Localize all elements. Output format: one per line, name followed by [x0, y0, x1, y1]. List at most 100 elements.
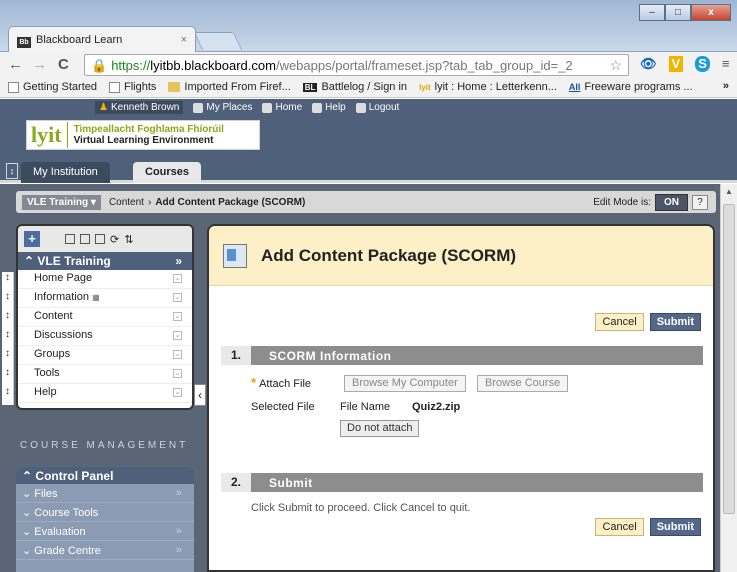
extension-eye-icon[interactable]: 👁 [640, 56, 657, 72]
drag-handle-icon[interactable]: ↕ [2, 329, 14, 348]
maximize-icon[interactable]: □ [665, 4, 691, 21]
chevron-right-icon[interactable]: » [175, 254, 182, 268]
browse-course-button[interactable]: Browse Course [477, 375, 569, 392]
user-menu[interactable]: ♟ Kenneth Brown [95, 101, 184, 114]
menu-icon[interactable]: ≡ [722, 56, 730, 72]
options-icon[interactable]: ⌄ [173, 350, 182, 359]
course-menu-groups[interactable]: Groups ⌄ [18, 346, 192, 365]
drag-handle-icon[interactable]: ↕ [2, 310, 14, 329]
tab-my-institution[interactable]: My Institution [21, 162, 110, 183]
window-view-icon[interactable] [95, 234, 105, 244]
skype-icon[interactable]: S [695, 56, 710, 72]
logo-line1: Timpeallacht Foghlama Fhíorúil [73, 124, 224, 135]
back-arrow-icon[interactable]: ← [8, 56, 23, 73]
home-link[interactable]: Home [262, 101, 302, 114]
help-icon [312, 102, 323, 113]
cp-files[interactable]: ⌄ Files» [16, 484, 194, 503]
close-tab-icon[interactable]: × [181, 34, 187, 46]
list-view-icon[interactable] [65, 234, 75, 244]
breadcrumb: VLE Training ▾ Content › Add Content Pac… [16, 191, 716, 213]
do-not-attach-button[interactable]: Do not attach [340, 420, 420, 437]
course-menu-discussions[interactable]: Discussions ⌄ [18, 327, 192, 346]
page-scrollbar[interactable]: ▲ [720, 184, 737, 572]
extension-v-icon[interactable]: V [668, 56, 684, 72]
bookmark-imported[interactable]: Imported From Firef... [168, 80, 291, 94]
browser-toolbar: ← → C 🔒 https://lyitbb.blackboard.com/web… [0, 52, 737, 77]
tab-courses[interactable]: Courses [133, 162, 202, 183]
drag-handle-icon[interactable]: ↕ [2, 386, 14, 405]
options-icon[interactable]: ⌄ [173, 369, 182, 378]
scroll-thumb[interactable] [723, 204, 735, 514]
browser-tab[interactable]: Bb Blackboard Learn × [8, 26, 196, 52]
minimize-icon[interactable]: – [639, 4, 665, 21]
options-icon[interactable]: ⌄ [173, 312, 182, 321]
breadcrumb-content[interactable]: Content [109, 197, 144, 208]
options-icon[interactable]: ⌄ [173, 293, 182, 302]
course-menu-content[interactable]: Content ⌄ [18, 308, 192, 327]
drag-handle-icon[interactable]: ↕ [2, 272, 14, 291]
chevron-down-icon: ▾ [90, 196, 96, 208]
logout-link[interactable]: Logout [355, 101, 399, 114]
my-places-link[interactable]: My Places [193, 101, 252, 114]
add-menu-item-icon[interactable]: + [24, 231, 40, 247]
help-link[interactable]: Help [312, 101, 346, 114]
course-menu-tools[interactable]: Tools ⌄ [18, 365, 192, 384]
course-menu-help[interactable]: Help ⌄ [18, 384, 192, 403]
lyit-logo: lyit Timpeallacht Foghlama Fhíorúil Virt… [26, 120, 260, 150]
collapse-header-icon[interactable]: ↕ [6, 163, 18, 179]
drag-handle-icon[interactable]: ↕ [2, 348, 14, 367]
bookmark-getting-started[interactable]: Getting Started [8, 80, 97, 94]
cancel-button[interactable]: Cancel [595, 313, 644, 331]
expand-icon: ⌄ [22, 488, 32, 500]
chevron-right-icon: » [175, 525, 182, 537]
course-menu-information[interactable]: Information ▦ ⌄ [18, 289, 192, 308]
breadcrumb-course[interactable]: VLE Training ▾ [22, 194, 101, 210]
browse-my-computer-button[interactable]: Browse My Computer [344, 375, 466, 392]
forward-arrow-icon[interactable]: → [32, 56, 47, 73]
options-icon[interactable]: ⌄ [173, 331, 182, 340]
drag-handle-icon[interactable]: ↕ [2, 291, 14, 310]
bottom-button-row: Cancel Submit [595, 518, 701, 536]
new-tab-button[interactable] [193, 32, 243, 50]
options-icon[interactable]: ⌄ [173, 274, 182, 283]
scroll-up-icon[interactable]: ▲ [725, 187, 733, 196]
collapse-menu-icon[interactable]: ‹ [194, 384, 206, 406]
folder-view-icon[interactable] [80, 234, 90, 244]
bookmark-battlelog[interactable]: BL Battlelog / Sign in [302, 80, 407, 94]
drag-handle-icon[interactable]: ↕ [2, 367, 14, 386]
control-panel: ⌃ Control Panel ⌄ Files» ⌄ Course Tools … [16, 467, 194, 572]
course-menu-toolbar: + ⟳ ⇅ [18, 226, 192, 252]
submit-button[interactable]: Submit [649, 313, 701, 331]
close-window-icon[interactable]: x [691, 4, 731, 21]
reorder-icon[interactable]: ⇅ [124, 233, 133, 246]
bookmark-star-icon[interactable]: ☆ [609, 57, 622, 74]
tabs-bar [0, 161, 737, 183]
refresh-icon[interactable]: ⟳ [110, 233, 119, 246]
course-menu-title[interactable]: ⌃ VLE Training » [18, 252, 192, 270]
control-panel-title[interactable]: ⌃ Control Panel [16, 467, 194, 484]
bookmark-lyit[interactable]: lyit lyit : Home : Letterkenn... [419, 80, 557, 94]
help-button[interactable]: ? [692, 195, 708, 210]
section-submit: 2. Submit [221, 473, 703, 492]
reload-icon[interactable]: C [58, 56, 69, 73]
address-bar[interactable]: 🔒 https://lyitbb.blackboard.com/webapps/p… [84, 54, 629, 76]
page-title: Add Content Package (SCORM) [261, 245, 517, 265]
bookmark-flights[interactable]: Flights [109, 80, 156, 94]
cp-grade-centre[interactable]: ⌄ Grade Centre» [16, 541, 194, 560]
course-menu-home[interactable]: Home Page ⌄ [18, 270, 192, 289]
more-bookmarks-icon[interactable]: » [723, 80, 729, 92]
cp-course-tools[interactable]: ⌄ Course Tools [16, 503, 194, 522]
expand-icon: ⌄ [22, 507, 32, 519]
bookmark-freeware[interactable]: All Freeware programs ... [569, 80, 693, 94]
options-icon[interactable]: ⌄ [173, 388, 182, 397]
cp-evaluation[interactable]: ⌄ Evaluation» [16, 522, 194, 541]
edit-mode-toggle[interactable]: ON [655, 194, 688, 211]
battlelog-icon: BL [302, 82, 318, 92]
required-star-icon: * [251, 375, 257, 390]
submit-button-bottom[interactable]: Submit [649, 518, 701, 536]
cancel-button-bottom[interactable]: Cancel [595, 518, 644, 536]
lyit-icon: lyit [419, 82, 431, 92]
alltop-icon: All [568, 82, 581, 92]
selected-file-label: Selected File [251, 401, 315, 413]
course-management-label: COURSE MANAGEMENT [20, 440, 189, 451]
